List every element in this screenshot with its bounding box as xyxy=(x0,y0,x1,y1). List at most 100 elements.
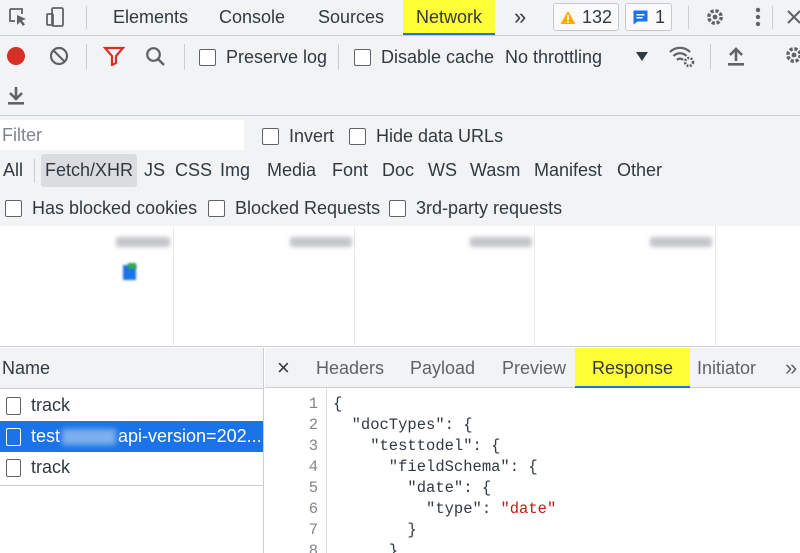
type-filter-js[interactable]: JS xyxy=(140,154,169,187)
toolbar-divider xyxy=(772,6,773,29)
tab-preview[interactable]: Preview xyxy=(502,348,566,388)
checkbox-box[interactable] xyxy=(354,49,371,66)
hide-data-urls-checkbox[interactable]: Hide data URLs xyxy=(349,126,503,147)
checkbox-box[interactable] xyxy=(199,49,216,66)
request-row-selected[interactable]: test api-version=202... xyxy=(0,421,263,452)
close-icon[interactable]: × xyxy=(277,348,290,388)
search-icon[interactable] xyxy=(145,46,166,67)
record-icon[interactable] xyxy=(6,46,26,66)
request-row[interactable]: track xyxy=(0,452,263,483)
close-devtools-icon[interactable] xyxy=(782,5,800,29)
timeline-tick-label xyxy=(650,237,712,247)
code-line: { xyxy=(333,395,343,413)
blocked-requests-checkbox[interactable]: Blocked Requests xyxy=(208,198,380,219)
network-conditions-icon[interactable] xyxy=(668,44,696,68)
type-filter-other[interactable]: Other xyxy=(613,154,666,187)
name-column-header[interactable]: Name xyxy=(0,348,263,389)
code-line: "docTypes": { xyxy=(333,416,473,434)
request-name: track xyxy=(31,395,71,415)
import-har-icon[interactable] xyxy=(726,45,746,67)
throttling-value: No throttling xyxy=(505,46,603,67)
timeline-gridline xyxy=(173,226,174,347)
line-number: 3 xyxy=(308,437,318,455)
checkbox-box[interactable] xyxy=(262,128,279,145)
checkbox-box[interactable] xyxy=(208,200,225,217)
timeline-overview[interactable] xyxy=(0,226,800,347)
line-number: 8 xyxy=(308,542,318,553)
line-number: 5 xyxy=(308,479,318,497)
third-party-requests-label: 3rd-party requests xyxy=(416,198,563,218)
tab-payload[interactable]: Payload xyxy=(410,348,475,388)
tab-console[interactable]: Console xyxy=(219,0,285,35)
redacted-text xyxy=(62,428,117,445)
device-toggle-icon[interactable] xyxy=(44,5,68,29)
code-line: "fieldSchema": { xyxy=(333,458,538,476)
code-line-key: "type": xyxy=(333,500,501,518)
settings-gear-icon[interactable] xyxy=(783,44,800,66)
line-number-gutter: 1 2 3 4 5 6 7 8 xyxy=(265,388,327,553)
dropdown-arrow-icon xyxy=(636,52,648,61)
checkbox-box[interactable] xyxy=(389,200,406,217)
type-filter-font[interactable]: Font xyxy=(328,154,372,187)
toolbar-divider xyxy=(688,6,689,29)
clear-icon[interactable] xyxy=(49,46,69,66)
checkbox-box[interactable] xyxy=(349,128,366,145)
throttling-select[interactable]: No throttling xyxy=(505,45,651,69)
tab-elements[interactable]: Elements xyxy=(113,0,188,35)
inspect-icon[interactable] xyxy=(6,5,30,29)
tab-headers[interactable]: Headers xyxy=(316,348,384,388)
type-filter-doc[interactable]: Doc xyxy=(378,154,418,187)
filter-funnel-icon[interactable] xyxy=(103,46,125,66)
messages-count: 1 xyxy=(655,6,666,27)
timeline-gridline xyxy=(715,226,716,347)
type-filter-css[interactable]: CSS xyxy=(171,154,216,187)
type-divider xyxy=(34,159,35,183)
more-tabs-icon[interactable]: » xyxy=(514,0,526,35)
type-filter-img[interactable]: Img xyxy=(216,154,254,187)
checkbox-box[interactable] xyxy=(5,200,22,217)
timeline-gridline xyxy=(354,226,355,347)
more-detail-tabs-icon[interactable]: » xyxy=(785,348,797,388)
has-blocked-cookies-label: Has blocked cookies xyxy=(32,198,198,218)
kebab-menu-icon[interactable] xyxy=(746,5,770,29)
type-filter-all[interactable]: All xyxy=(0,154,27,187)
export-har-icon[interactable] xyxy=(6,84,26,106)
toolbar-divider xyxy=(710,44,711,70)
has-blocked-cookies-checkbox[interactable]: Has blocked cookies xyxy=(5,198,197,219)
warning-icon xyxy=(560,10,576,24)
request-details: × Headers Payload Preview Response Initi… xyxy=(265,348,800,553)
tab-sources[interactable]: Sources xyxy=(318,0,384,35)
code-line: } xyxy=(333,542,399,553)
file-icon xyxy=(6,458,21,477)
response-viewer[interactable]: 1 2 3 4 5 6 7 8 { "docTypes": { "testtod… xyxy=(265,388,800,553)
invert-checkbox[interactable]: Invert xyxy=(262,126,334,147)
preserve-log-label: Preserve log xyxy=(226,47,328,67)
messages-badge[interactable]: 1 xyxy=(625,3,673,31)
code-line: "testtodel": { xyxy=(333,437,501,455)
type-filter-wasm[interactable]: Wasm xyxy=(466,154,524,187)
type-filter-ws[interactable]: WS xyxy=(424,154,461,187)
filter-bar: Invert Hide data URLs All Fetch/XHR JS C… xyxy=(0,116,800,226)
type-filter-manifest[interactable]: Manifest xyxy=(530,154,606,187)
line-number: 4 xyxy=(308,458,318,476)
third-party-requests-checkbox[interactable]: 3rd-party requests xyxy=(389,198,562,219)
warnings-badge[interactable]: 132 xyxy=(553,3,620,31)
network-toolbar: Preserve log Disable cache No throttling xyxy=(0,36,800,116)
type-filter-media[interactable]: Media xyxy=(263,154,320,187)
request-row[interactable]: track xyxy=(0,390,263,421)
disable-cache-checkbox[interactable]: Disable cache xyxy=(354,47,494,68)
request-list-divider xyxy=(0,485,263,486)
gear-icon[interactable] xyxy=(703,5,727,29)
toolbar-divider xyxy=(338,44,339,70)
line-number: 6 xyxy=(308,500,318,518)
tab-initiator[interactable]: Initiator xyxy=(697,348,756,388)
filter-input[interactable] xyxy=(0,120,244,150)
hide-data-urls-label: Hide data URLs xyxy=(376,126,504,146)
tab-network[interactable]: Network xyxy=(403,0,496,35)
toolbar-divider xyxy=(86,6,87,29)
preserve-log-checkbox[interactable]: Preserve log xyxy=(199,47,327,68)
line-number: 2 xyxy=(308,416,318,434)
tab-response[interactable]: Response xyxy=(575,348,691,388)
timeline-request-bar xyxy=(128,263,136,269)
type-filter-fetch-xhr[interactable]: Fetch/XHR xyxy=(41,154,138,187)
